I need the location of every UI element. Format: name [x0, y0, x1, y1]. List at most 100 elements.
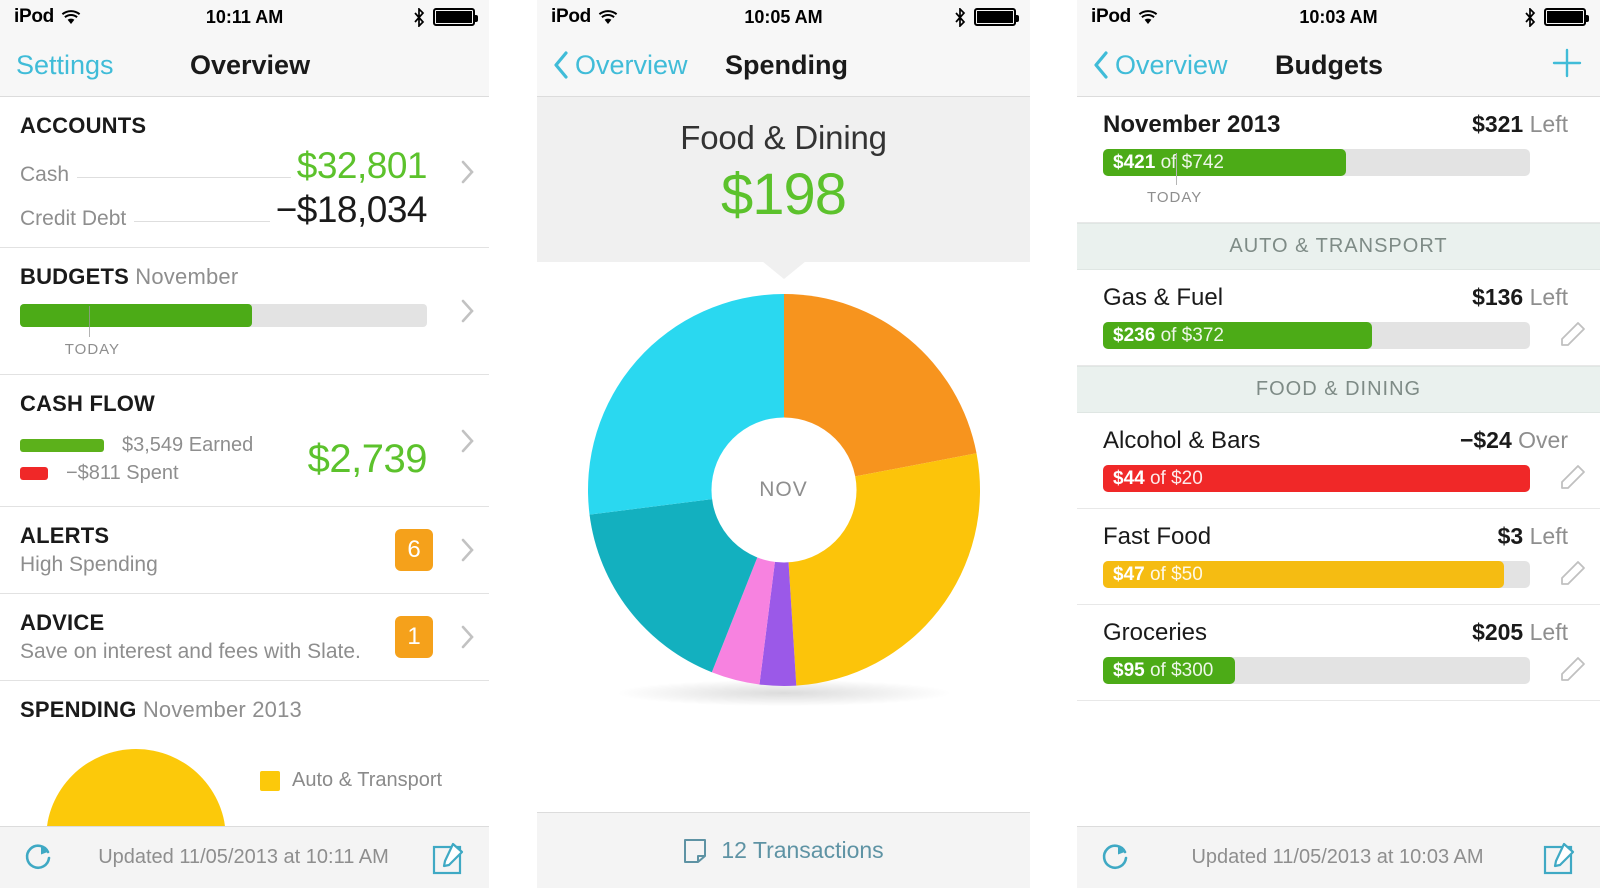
bar-label: $44 of $20	[1113, 468, 1203, 490]
spending-donut-chart[interactable]	[584, 290, 984, 690]
wifi-icon	[598, 9, 618, 24]
budget-item-suffix: Left	[1529, 523, 1568, 549]
bar-amount: $421	[1113, 151, 1156, 173]
spending-section[interactable]: SPENDING November 2013 Auto & Transport	[0, 681, 489, 888]
status-right	[1524, 7, 1589, 27]
spending-hero: Food & Dining $198	[537, 97, 1030, 279]
budget-summary-row[interactable]: November 2013 $321 Left $421 of $742 TOD…	[1077, 97, 1600, 223]
budget-summary-bar-wrap: $421 of $742 TODAY	[1103, 149, 1576, 206]
settings-back-button[interactable]: Settings	[16, 50, 114, 81]
bar-of: of $20	[1149, 467, 1203, 489]
budgets-progress-fill	[20, 304, 252, 327]
nav-back-label: Settings	[16, 49, 114, 80]
note-icon	[684, 838, 707, 863]
pencil-icon[interactable]	[1560, 560, 1586, 586]
bar-of: of $300	[1149, 659, 1214, 681]
budget-item-right: $3 Left	[1498, 523, 1568, 550]
pencil-icon[interactable]	[1560, 321, 1586, 347]
budget-item-bar-wrap: $95 of $300	[1103, 657, 1576, 684]
wifi-icon	[1138, 9, 1158, 24]
back-to-overview-button[interactable]: Overview	[553, 50, 688, 81]
compose-icon[interactable]	[431, 840, 467, 876]
earned-label: $3,549 Earned	[122, 434, 254, 456]
chevron-right-icon	[461, 625, 474, 649]
cash-flow-earned: $3,549 Earned	[20, 434, 308, 457]
refresh-icon[interactable]	[1099, 841, 1133, 875]
bluetooth-icon	[955, 7, 966, 27]
today-label: TODAY	[64, 341, 121, 358]
screenshot-stage: iPod 10:11 AM Settings Overview ACCOUNTS…	[0, 0, 1600, 888]
today-marker	[1175, 153, 1177, 185]
budget-item-right: −$24 Over	[1460, 427, 1568, 454]
updated-text: Updated 11/05/2013 at 10:03 AM	[1191, 846, 1484, 868]
budget-item-row[interactable]: Fast Food $3 Left $47 of $50	[1077, 509, 1600, 605]
nav-bar: Overview Spending	[537, 34, 1030, 97]
earned-swatch	[20, 439, 104, 452]
budget-item-name: Groceries	[1103, 619, 1208, 646]
donut-chart-area: NOV	[537, 262, 1030, 822]
updated-text: Updated 11/05/2013 at 10:11 AM	[98, 846, 389, 868]
budget-item-row[interactable]: Alcohol & Bars −$24 Over $44 of $20	[1077, 413, 1600, 509]
bar-label: $236 of $372	[1113, 325, 1224, 347]
carrier-label: iPod	[14, 6, 54, 27]
budget-item-right: $205 Left	[1472, 619, 1568, 646]
today-marker	[89, 306, 91, 337]
carrier-label: iPod	[1091, 6, 1131, 27]
status-bar: iPod 10:03 AM	[1077, 0, 1600, 34]
budget-item-top: Alcohol & Bars −$24 Over	[1103, 427, 1576, 455]
hero-category: Food & Dining	[680, 119, 887, 156]
status-left: iPod	[1091, 6, 1158, 28]
advice-row[interactable]: ADVICE Save on interest and fees with Sl…	[0, 594, 489, 681]
bar-label: $47 of $50	[1113, 564, 1203, 586]
budget-item-suffix: Left	[1529, 284, 1568, 310]
budget-item-row[interactable]: Groceries $205 Left $95 of $300	[1077, 605, 1600, 701]
leader-line	[77, 177, 291, 178]
budget-item-row[interactable]: Gas & Fuel $136 Left $236 of $372	[1077, 270, 1600, 366]
panel-gap	[1030, 0, 1077, 888]
account-label: Cash	[20, 163, 70, 186]
budget-summary-fill: $421 of $742	[1103, 149, 1347, 176]
budgets-progress-bar	[20, 304, 427, 337]
alerts-row[interactable]: ALERTS High Spending 6	[0, 507, 489, 594]
cash-flow-spent: −$811 Spent	[20, 462, 308, 485]
accounts-row[interactable]: ACCOUNTS Cash $32,801 Credit Debt −$18,0…	[0, 97, 489, 248]
budget-item-right: $136 Left	[1472, 284, 1568, 311]
phone-screen-overview: iPod 10:11 AM Settings Overview ACCOUNTS…	[0, 0, 489, 888]
budget-item-bar-wrap: $47 of $50	[1103, 561, 1576, 588]
compose-icon[interactable]	[1542, 840, 1578, 876]
cash-flow-total: $2,739	[307, 437, 428, 481]
spending-chart-area: Auto & Transport	[20, 739, 471, 888]
chevron-left-icon	[554, 51, 568, 79]
spending-header: SPENDING November 2013	[20, 697, 471, 723]
battery-full-icon	[1544, 8, 1589, 26]
today-label: TODAY	[1147, 189, 1203, 206]
cash-flow-header: CASH FLOW	[20, 391, 156, 416]
nav-back-label: Overview	[1115, 49, 1228, 80]
phone-screen-budgets: iPod 10:03 AM Overview Budgets November …	[1077, 0, 1600, 888]
add-budget-button[interactable]	[1550, 46, 1584, 84]
pencil-icon[interactable]	[1560, 464, 1586, 490]
budget-item-bar: $95 of $300	[1103, 657, 1530, 684]
refresh-icon[interactable]	[22, 841, 56, 875]
pencil-icon[interactable]	[1560, 656, 1586, 682]
phone-screen-spending: iPod 10:05 AM Overview Spending Food & D…	[537, 0, 1030, 888]
wifi-icon	[61, 9, 81, 24]
budget-item-bar: $47 of $50	[1103, 561, 1530, 588]
budgets-header: BUDGETS November	[20, 264, 471, 290]
chevron-right-icon	[461, 429, 474, 452]
legend-item-auto-transport: Auto & Transport	[260, 769, 442, 792]
budget-summary-name: November 2013	[1103, 111, 1281, 138]
status-left: iPod	[14, 6, 81, 28]
spent-label: −$811 Spent	[66, 462, 179, 484]
budget-item-amount: $136	[1472, 284, 1524, 310]
plus-icon	[1552, 48, 1582, 78]
cash-flow-row[interactable]: CASH FLOW $3,549 Earned −$811 Spent $2,7…	[0, 375, 489, 507]
legend-swatch	[260, 770, 280, 791]
transactions-bar[interactable]: 12 Transactions	[537, 812, 1030, 888]
budgets-month: November	[135, 264, 239, 289]
back-to-overview-button[interactable]: Overview	[1093, 50, 1228, 81]
budget-item-suffix: Left	[1529, 619, 1568, 645]
account-line-credit-debt: Credit Debt −$18,034	[20, 189, 471, 231]
spent-swatch	[20, 467, 48, 480]
budgets-row[interactable]: BUDGETS November TODAY	[0, 248, 489, 375]
